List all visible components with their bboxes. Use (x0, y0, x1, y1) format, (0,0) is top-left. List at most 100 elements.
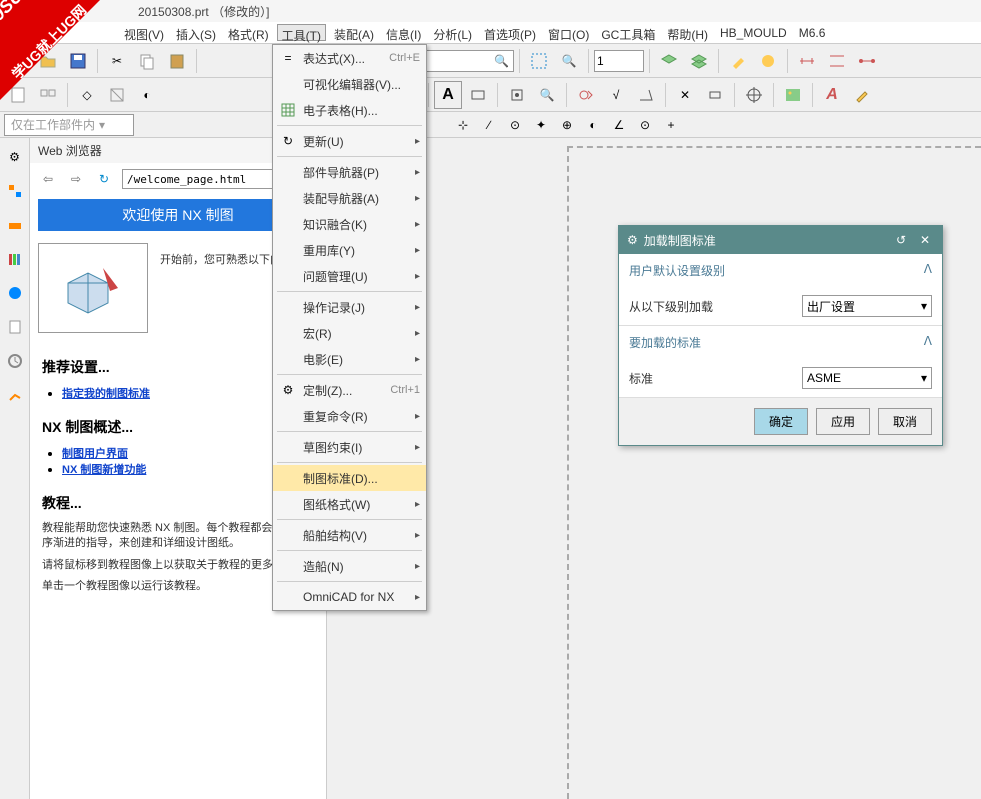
sym1-icon[interactable]: ✕ (671, 81, 699, 109)
menu-assembly[interactable]: 装配(A) (330, 24, 378, 41)
menu-item-22[interactable]: 图纸格式(W)▸ (273, 491, 426, 517)
menu-item-28[interactable]: OmniCAD for NX▸ (273, 584, 426, 610)
spin-value[interactable] (594, 50, 644, 72)
menu-item-13[interactable]: 宏(R)▸ (273, 320, 426, 346)
rect-icon[interactable] (464, 81, 492, 109)
filter-dropdown[interactable]: 仅在工作部件内▾ (4, 114, 134, 136)
sidebar-nav2-icon[interactable] (4, 214, 26, 236)
sidebar-robot-icon[interactable] (4, 384, 26, 406)
menu-format[interactable]: 格式(R) (224, 24, 273, 41)
menu-item-21[interactable]: 制图标准(D)... (273, 465, 426, 491)
menu-insert[interactable]: 插入(S) (172, 24, 220, 41)
select-level[interactable]: 出厂设置▾ (802, 295, 932, 317)
sidebar-nav1-icon[interactable] (4, 180, 26, 202)
layer2-icon[interactable] (685, 47, 713, 75)
menu-view[interactable]: 视图(V) (120, 24, 168, 41)
menu-hb[interactable]: HB_MOULD (716, 24, 791, 41)
sidebar-books-icon[interactable] (4, 248, 26, 270)
search-icon[interactable]: 🔍 (494, 54, 509, 68)
zoom-icon[interactable]: 🔍 (555, 47, 583, 75)
menu-item-7[interactable]: 装配导航器(A)▸ (273, 185, 426, 211)
link-new-features[interactable]: NX 制图新增功能 (62, 464, 146, 476)
paste-icon[interactable] (163, 47, 191, 75)
sidebar-gear-icon[interactable]: ⚙ (4, 146, 26, 168)
new-icon[interactable] (4, 47, 32, 75)
menu-tools[interactable]: 工具(T) (277, 24, 326, 41)
gd1-icon[interactable] (572, 81, 600, 109)
img-icon[interactable] (779, 81, 807, 109)
proj-icon[interactable]: ◇ (73, 81, 101, 109)
section-icon[interactable] (103, 81, 131, 109)
close-icon[interactable]: ✕ (916, 231, 934, 249)
menu-analysis[interactable]: 分析(L) (429, 24, 476, 41)
snap9-icon[interactable]: + (660, 114, 682, 136)
view-icon[interactable] (34, 81, 62, 109)
save-icon[interactable] (64, 47, 92, 75)
menu-info[interactable]: 信息(I) (382, 24, 425, 41)
layer1-icon[interactable] (655, 47, 683, 75)
menu-gc[interactable]: GC工具箱 (597, 24, 659, 41)
select-standard[interactable]: ASME▾ (802, 367, 932, 389)
menu-item-24[interactable]: 船舶结构(V)▸ (273, 522, 426, 548)
section-header-standard[interactable]: 要加载的标准ᐱ (619, 326, 942, 359)
dim1-icon[interactable] (793, 47, 821, 75)
snap1-icon[interactable]: ⊹ (452, 114, 474, 136)
sidebar-web-icon[interactable] (4, 282, 26, 304)
detail-icon[interactable]: ◐ (133, 81, 161, 109)
section-header-level[interactable]: 用户默认设置级别ᐱ (619, 254, 942, 287)
brush-icon[interactable] (848, 81, 876, 109)
zoom2-icon[interactable]: 🔍 (533, 81, 561, 109)
copy-icon[interactable] (133, 47, 161, 75)
snap2-icon[interactable]: ∕ (478, 114, 500, 136)
menu-item-26[interactable]: 造船(N)▸ (273, 553, 426, 579)
tool-a-icon[interactable] (724, 47, 752, 75)
nav-fwd-icon[interactable]: ⇨ (66, 169, 86, 189)
snap6-icon[interactable]: ◐ (582, 114, 604, 136)
snap4-icon[interactable]: ✦ (530, 114, 552, 136)
sidebar-doc-icon[interactable] (4, 316, 26, 338)
nav-refresh-icon[interactable]: ↻ (94, 169, 114, 189)
ok-button[interactable]: 确定 (754, 408, 808, 435)
menu-m66[interactable]: M6.6 (795, 24, 830, 41)
style-A-icon[interactable]: A (818, 81, 846, 109)
menu-item-2[interactable]: 电子表格(H)... (273, 97, 426, 123)
menu-item-14[interactable]: 电影(E)▸ (273, 346, 426, 372)
tool-b-icon[interactable] (754, 47, 782, 75)
menu-item-0[interactable]: =表达式(X)...Ctrl+E (273, 45, 426, 71)
cancel-button[interactable]: 取消 (878, 408, 932, 435)
snap3-icon[interactable]: ⊙ (504, 114, 526, 136)
menu-item-4[interactable]: ↻更新(U)▸ (273, 128, 426, 154)
cut-icon[interactable]: ✂ (103, 47, 131, 75)
menu-item-8[interactable]: 知识融合(K)▸ (273, 211, 426, 237)
menu-item-1[interactable]: 可视化编辑器(V)... (273, 71, 426, 97)
gd3-icon[interactable] (632, 81, 660, 109)
fit-icon[interactable] (525, 47, 553, 75)
menu-item-17[interactable]: 重复命令(R)▸ (273, 403, 426, 429)
text-A-icon[interactable]: A (434, 81, 462, 109)
apply-button[interactable]: 应用 (816, 408, 870, 435)
menu-item-12[interactable]: 操作记录(J)▸ (273, 294, 426, 320)
menu-item-16[interactable]: ⚙定制(Z)...Ctrl+1 (273, 377, 426, 403)
menu-window[interactable]: 窗口(O) (544, 24, 593, 41)
dialog-titlebar[interactable]: ⚙ 加载制图标准 ↺ ✕ (619, 226, 942, 254)
menu-prefs[interactable]: 首选项(P) (480, 24, 540, 41)
gd2-icon[interactable]: √ (602, 81, 630, 109)
menu-item-6[interactable]: 部件导航器(P)▸ (273, 159, 426, 185)
sym2-icon[interactable] (701, 81, 729, 109)
snap5-icon[interactable]: ⊕ (556, 114, 578, 136)
sidebar-history-icon[interactable] (4, 350, 26, 372)
reset-icon[interactable]: ↺ (892, 231, 910, 249)
menu-help[interactable]: 帮助(H) (663, 24, 712, 41)
link-drafting-std[interactable]: 指定我的制图标准 (62, 388, 150, 400)
link-ui[interactable]: 制图用户界面 (62, 448, 128, 460)
nav-back-icon[interactable]: ⇦ (38, 169, 58, 189)
snap7-icon[interactable]: ∠ (608, 114, 630, 136)
target-icon[interactable] (503, 81, 531, 109)
dim2-icon[interactable] (823, 47, 851, 75)
center-icon[interactable] (740, 81, 768, 109)
sheet-icon[interactable] (4, 81, 32, 109)
menu-item-9[interactable]: 重用库(Y)▸ (273, 237, 426, 263)
snap8-icon[interactable]: ⊙ (634, 114, 656, 136)
dim3-icon[interactable] (853, 47, 881, 75)
menu-item-19[interactable]: 草图约束(I)▸ (273, 434, 426, 460)
